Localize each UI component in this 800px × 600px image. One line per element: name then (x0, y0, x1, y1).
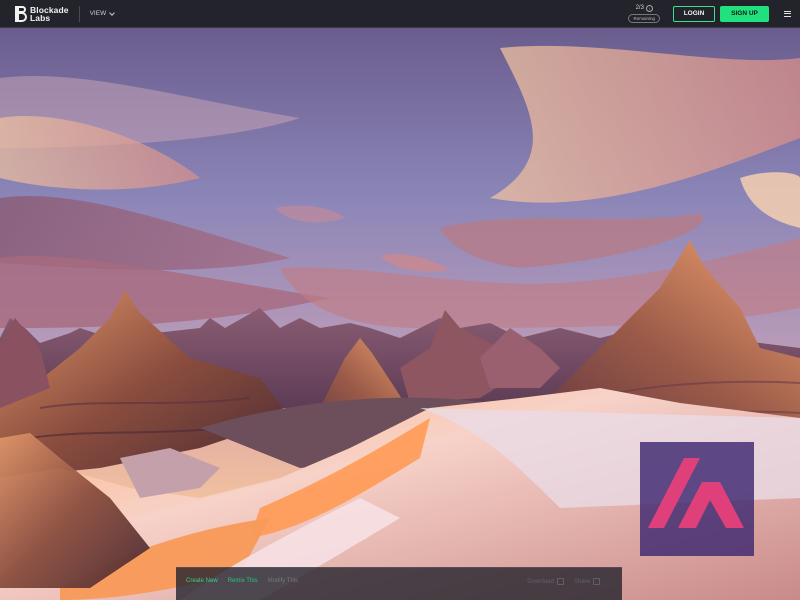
info-icon: i (645, 4, 653, 12)
credits-count: 2/3 (635, 5, 644, 11)
tab-remix-this[interactable]: Remix This (228, 578, 258, 584)
download-icon[interactable] (556, 578, 564, 585)
brand-name: Blockade Labs (30, 5, 69, 23)
menu-icon[interactable] (784, 10, 791, 17)
tab-create-new[interactable]: Create New (186, 578, 218, 584)
header-divider (78, 5, 80, 22)
chevron-down-icon (109, 9, 116, 16)
bottom-control-bar: Create New Remix This Modify This Downlo… (176, 567, 622, 600)
watermark-logo-icon (648, 458, 744, 528)
credits-pill: Remaining (628, 13, 660, 23)
watermark-badge (640, 442, 754, 556)
top-bar: Blockade Labs VIEW 2/3 i Remaining LOGIN… (0, 0, 800, 28)
credits-indicator[interactable]: 2/3 i Remaining (628, 4, 660, 23)
login-button[interactable]: LOGIN (673, 5, 715, 22)
brand-line-2: Labs (30, 12, 51, 23)
brand-logo[interactable]: Blockade Labs (15, 5, 69, 23)
share-label[interactable]: Share (574, 579, 590, 585)
download-label[interactable]: Download (527, 579, 554, 585)
tab-modify-this[interactable]: Modify This (268, 578, 299, 584)
signup-button[interactable]: SIGN UP (720, 5, 769, 22)
view-dropdown[interactable]: VIEW (89, 9, 116, 17)
blockade-logo-icon (15, 5, 27, 22)
share-icon[interactable] (593, 578, 600, 585)
view-label: VIEW (89, 10, 107, 17)
